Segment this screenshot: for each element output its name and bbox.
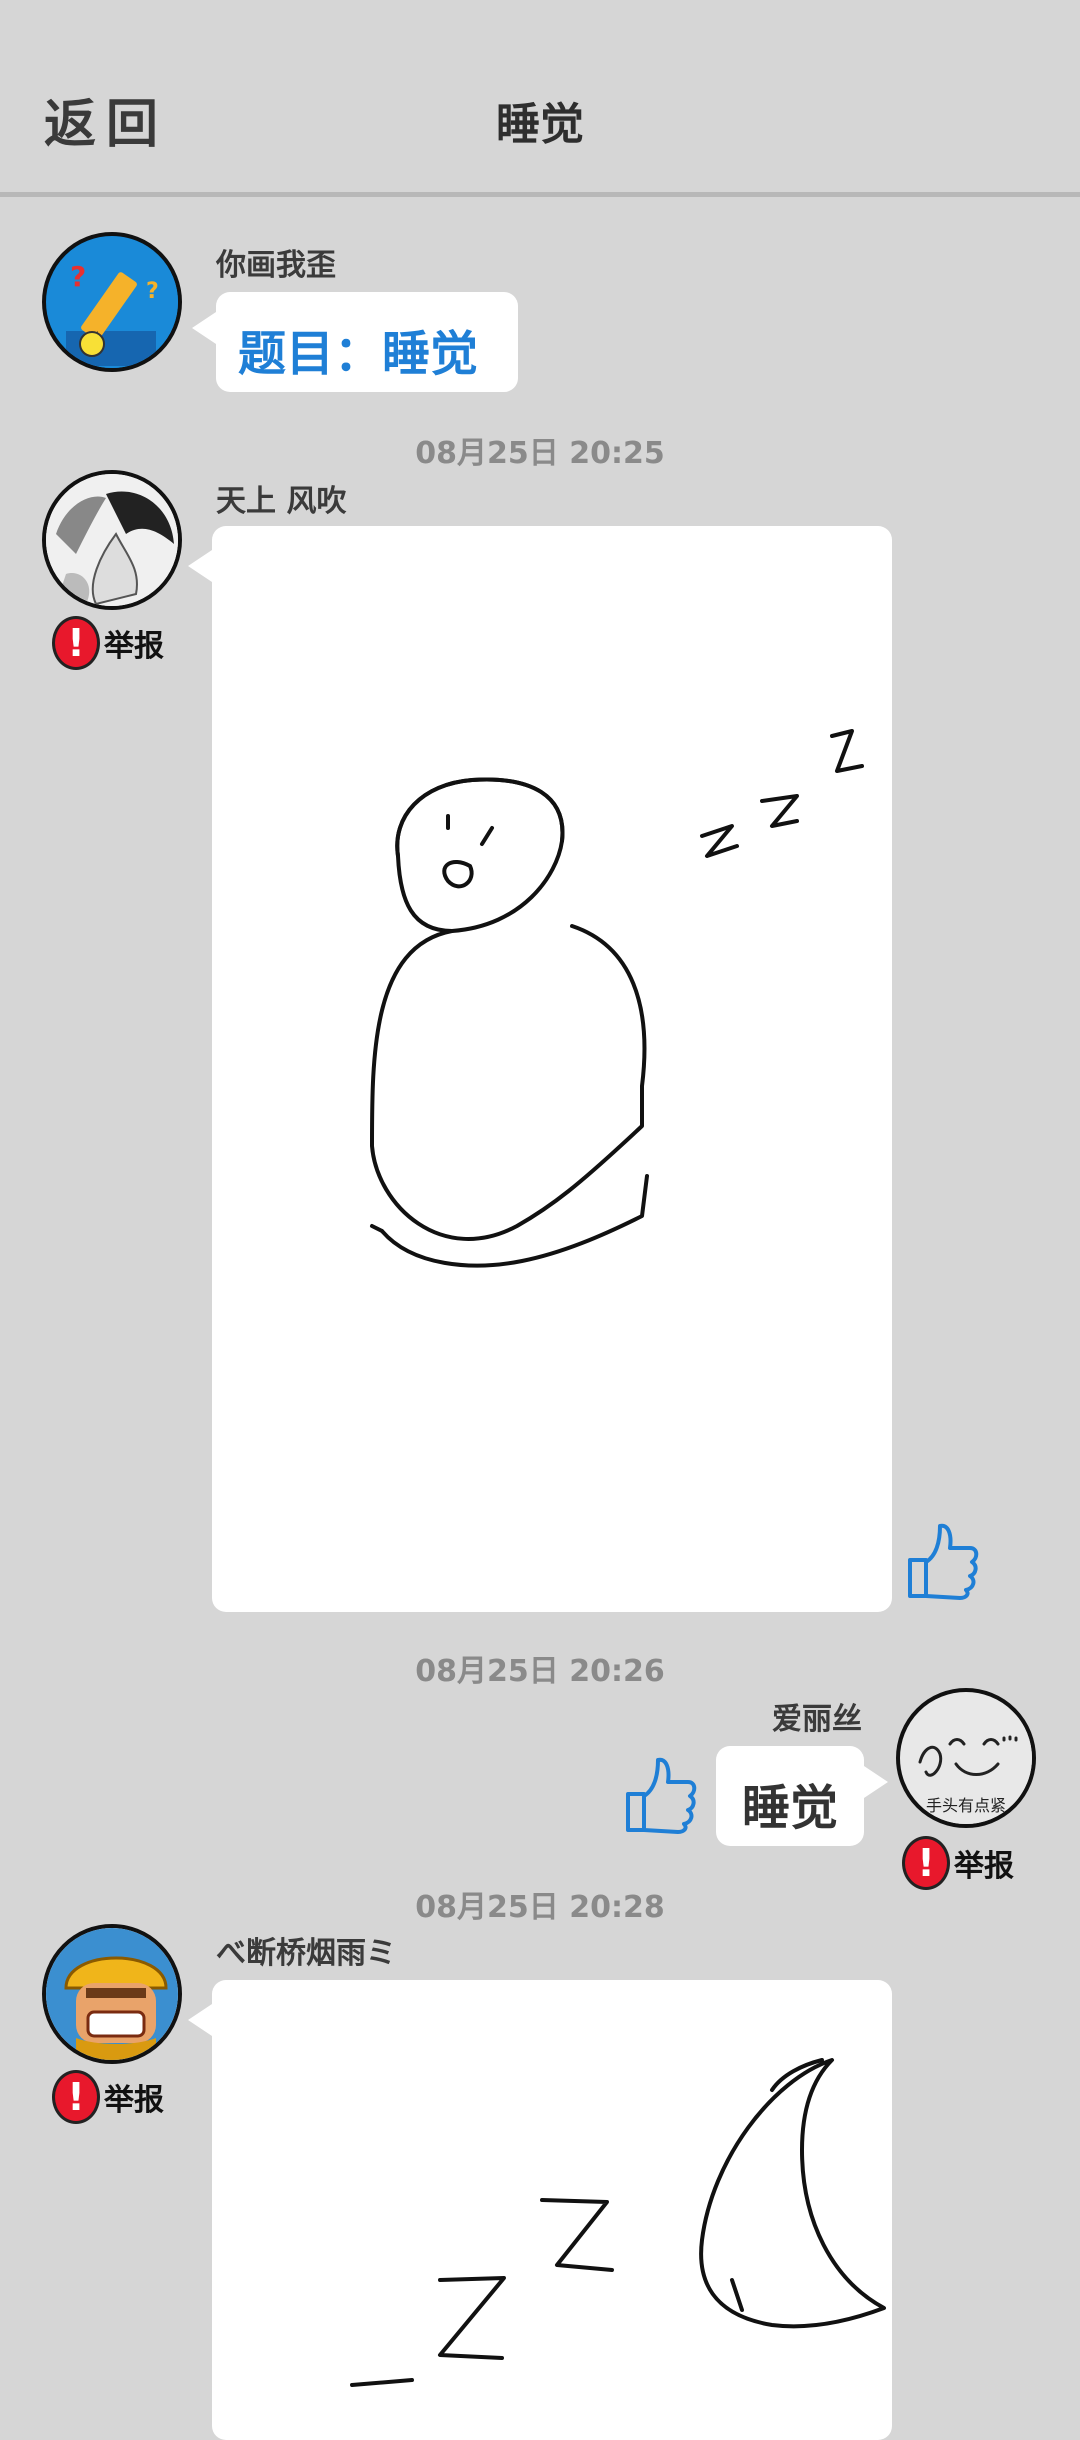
svg-text:?: ? — [146, 279, 159, 304]
drawing-bubble[interactable] — [212, 526, 892, 1612]
report-label: 举报 — [104, 2083, 164, 2118]
report-label: 举报 — [104, 629, 164, 664]
snowman-drawing — [370, 729, 864, 1268]
avatar[interactable] — [42, 470, 182, 610]
timestamp: 08月25日 20:28 — [415, 1890, 665, 1925]
topic-text: 题目：睡觉 — [238, 326, 479, 382]
avatar[interactable]: 手头有点紧 — [896, 1688, 1036, 1828]
bubble-tail — [864, 1766, 888, 1798]
bubble-tail — [188, 2004, 212, 2036]
report-label: 举报 — [954, 1849, 1014, 1884]
exclamation-icon: ! — [52, 2070, 100, 2124]
topic-bubble: 题目：睡觉 — [216, 292, 518, 392]
answer-bubble: 睡觉 — [716, 1746, 864, 1846]
thumbs-up-icon[interactable] — [904, 1518, 980, 1602]
timestamp: 08月25日 20:26 — [415, 1654, 665, 1689]
bubble-tail — [188, 550, 212, 582]
report-button[interactable]: ! 举报 — [52, 2070, 164, 2124]
report-button[interactable]: ! 举报 — [52, 616, 164, 670]
bubble-tail — [192, 312, 216, 344]
sender-name: 你画我歪 — [216, 248, 336, 283]
pencil-logo-icon: ? ? — [50, 240, 178, 368]
sender-name: 爱丽丝 — [772, 1702, 862, 1737]
drawing-bubble[interactable] — [212, 1980, 892, 2440]
avatar-caption: 手头有点紧 — [925, 1796, 1006, 1815]
avatar[interactable] — [42, 1924, 182, 2064]
sender-name: べ断桥烟雨ミ — [216, 1936, 396, 1971]
timestamp: 08月25日 20:25 — [415, 436, 665, 471]
svg-text:?: ? — [70, 260, 86, 293]
thumbs-up-icon[interactable] — [622, 1752, 698, 1836]
sender-name: 天上 风吹 — [216, 484, 347, 519]
exclamation-icon: ! — [52, 616, 100, 670]
anime-avatar-icon — [46, 474, 178, 606]
page-title: 睡觉 — [496, 99, 584, 150]
moon-zzz-drawing — [350, 2058, 886, 2387]
answer-text: 睡觉 — [741, 1780, 838, 1836]
avatar[interactable]: ? ? — [42, 232, 182, 372]
top-bar: 返回 睡觉 — [0, 0, 1080, 197]
game-character-icon — [46, 1928, 178, 2060]
